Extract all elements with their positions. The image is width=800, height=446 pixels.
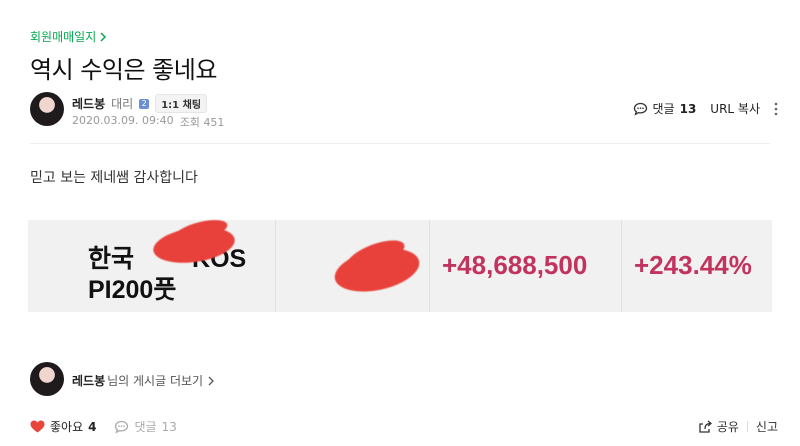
like-count: 4 — [88, 419, 97, 434]
more-posts-label: 님의 게시글 더보기 — [107, 374, 204, 388]
more-posts-link[interactable]: 레드봉 님의 게시글 더보기 — [72, 372, 215, 389]
post-footer: 좋아요 4 댓글 13 — [30, 418, 177, 435]
like-button[interactable]: 좋아요 4 — [30, 418, 96, 435]
url-copy-button[interactable]: URL 복사 — [710, 100, 760, 117]
level-badge-icon: 2 — [139, 98, 150, 109]
post-body: 믿고 보는 제네쌤 감사합니다 — [30, 170, 198, 186]
footer-divider — [746, 421, 748, 432]
instrument-name-line1: 한국 — [88, 245, 135, 273]
profit-cell: +48,688,500 — [429, 220, 621, 312]
comment-label: 댓글 — [652, 102, 675, 116]
rate-cell: +243.44% — [621, 220, 773, 312]
chevron-right-icon — [100, 31, 107, 42]
comment-bubble-icon — [633, 102, 647, 116]
post-tools: 댓글 13 URL 복사 — [633, 100, 779, 117]
post-date: 2020.03.09. 09:40 — [72, 114, 174, 127]
chevron-right-icon — [208, 376, 214, 385]
share-label: 공유 — [716, 420, 739, 434]
comment-toggle[interactable]: 댓글 13 — [633, 100, 697, 117]
instrument-cell: 한국 KOS PI200풋 — [28, 215, 274, 312]
post-meta: 2020.03.09. 09:40 조회 451 — [72, 114, 224, 130]
footer-comment-button[interactable]: 댓글 13 — [114, 418, 177, 435]
author-role: 대리 — [111, 97, 134, 111]
more-posts-avatar[interactable] — [30, 362, 64, 396]
board-name: 회원매매일지 — [30, 30, 97, 44]
profit-value: +48,688,500 — [442, 250, 588, 280]
comment-bubble-icon — [115, 420, 129, 434]
instrument-name-line2: PI200풋 — [88, 276, 177, 304]
views-label: 조회 — [179, 116, 200, 129]
footer-comment-label: 댓글 — [134, 420, 157, 434]
more-posts-author: 레드봉 — [72, 374, 106, 388]
quantity-cell — [275, 220, 429, 312]
heart-icon — [30, 420, 45, 433]
chat-button[interactable]: 1:1 채팅 — [155, 94, 208, 113]
footer-comment-count: 13 — [161, 419, 177, 434]
rate-value: +243.44% — [634, 250, 752, 280]
comment-count: 13 — [679, 101, 697, 116]
views-count: 451 — [203, 116, 225, 129]
like-label: 좋아요 — [50, 420, 84, 434]
header-divider — [30, 143, 770, 144]
share-icon — [699, 420, 712, 433]
trade-screenshot: 한국 KOS PI200풋 +48,688,500 +243.44% — [28, 208, 772, 312]
share-button[interactable]: 공유 — [698, 418, 739, 435]
report-button[interactable]: 신고 — [756, 418, 778, 435]
author-avatar[interactable] — [30, 92, 64, 126]
author-name[interactable]: 레드봉 — [72, 95, 105, 112]
more-options-icon[interactable] — [774, 102, 778, 116]
author-info: 레드봉 대리 2 1:1 채팅 — [72, 94, 208, 113]
board-link[interactable]: 회원매매일지 — [30, 28, 107, 45]
trade-row: 한국 KOS PI200풋 +48,688,500 +243.44% — [28, 215, 773, 312]
post-title: 역시 수익은 좋네요 — [30, 56, 217, 84]
footer-actions: 공유 신고 — [698, 418, 778, 435]
